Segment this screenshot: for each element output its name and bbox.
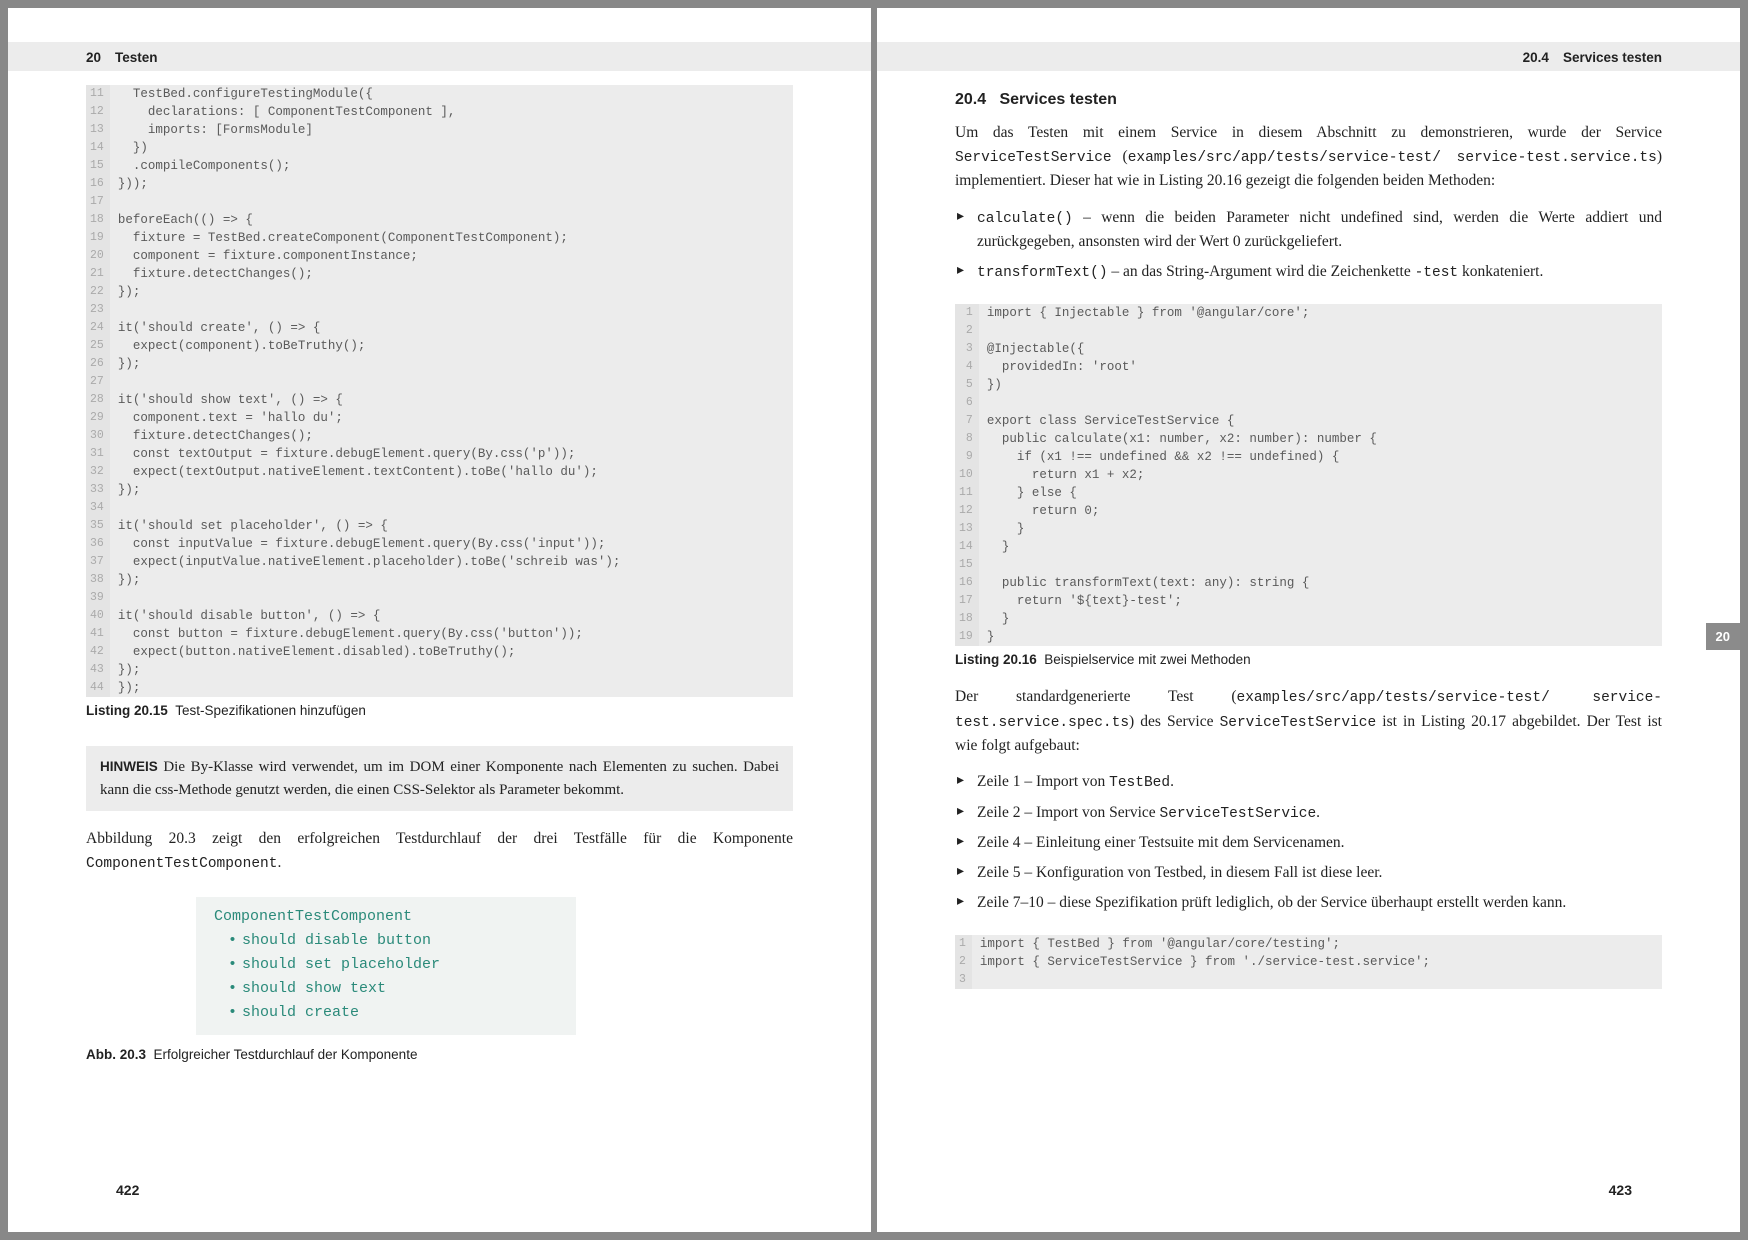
test-result-item: should set placeholder [214,953,558,977]
running-header-left: 20 Testen [8,42,871,71]
body-paragraph: Der standardgenerierte Test (examples/sr… [955,685,1662,758]
bullet-item: transformText() – an das String-Argument… [955,260,1662,284]
running-header-right: 20.4 Services testen [877,42,1740,71]
test-result-item: should disable button [214,929,558,953]
section-heading: 20.4 Services testen [955,91,1662,109]
header-chapter-title: Testen [115,50,158,65]
code-listing-20-17-partial: 123 import { TestBed } from '@angular/co… [955,935,1662,989]
bullet-item: Zeile 5 – Konfiguration von Testbed, in … [955,861,1662,885]
page-left: 20 Testen 111213141516171819202122232425… [8,8,871,1232]
body-paragraph: Um das Testen mit einem Service in diese… [955,121,1662,194]
page-number-right: 423 [1609,1182,1632,1198]
listing-caption-20-15: Listing 20.15 Test-Spezifikationen hinzu… [86,703,793,718]
page-spread: 20 Testen 111213141516171819202122232425… [8,8,1740,1232]
bullet-item: Zeile 4 – Einleitung einer Testsuite mit… [955,831,1662,855]
test-result-item: should create [214,1001,558,1025]
bullet-item: Zeile 2 – Import von Service ServiceTest… [955,801,1662,825]
bullet-item: calculate() – wenn die beiden Parameter … [955,206,1662,254]
page-number-left: 422 [116,1182,139,1198]
chapter-thumb-tab: 20 [1706,623,1740,650]
body-paragraph: Abbildung 20.3 zeigt den erfolgreichen T… [86,827,793,875]
header-section-num: 20.4 [1523,50,1549,65]
bullet-item: Zeile 1 – Import von TestBed. [955,770,1662,794]
listing-caption-20-16: Listing 20.16 Beispielservice mit zwei M… [955,652,1662,667]
test-result-item: should show text [214,977,558,1001]
code-listing-20-15: 1112131415161718192021222324252627282930… [86,85,793,697]
page-right: 20.4 Services testen 20.4 Services teste… [877,8,1740,1232]
header-section-title: Services testen [1563,50,1662,65]
bullet-list-methods: calculate() – wenn die beiden Parameter … [955,206,1662,291]
bullet-item: Zeile 7–10 – diese Spezifikation prüft l… [955,891,1662,915]
header-chapter-num: 20 [86,50,101,65]
hint-box: HINWEIS Die By-Klasse wird verwendet, um… [86,746,793,811]
bullet-list-lines: Zeile 1 – Import von TestBed. Zeile 2 – I… [955,770,1662,921]
code-listing-20-16: 12345678910111213141516171819 import { I… [955,304,1662,646]
figure-caption-20-3: Abb. 20.3 Erfolgreicher Testdurchlauf de… [86,1047,793,1062]
test-result-figure: ComponentTestComponent should disable bu… [196,897,576,1035]
test-result-title: ComponentTestComponent [214,905,558,929]
